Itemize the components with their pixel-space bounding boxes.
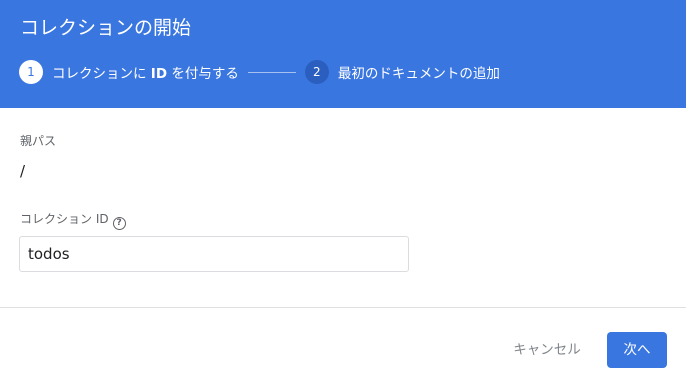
- footer-divider: [0, 307, 686, 308]
- step-connector: [247, 71, 296, 73]
- step-1-number: 1: [19, 60, 43, 84]
- collection-id-input[interactable]: [20, 237, 406, 271]
- parent-path-value: /: [20, 162, 26, 180]
- help-circle-icon[interactable]: ?: [112, 217, 126, 230]
- collection-id-field[interactable]: [19, 236, 409, 272]
- dialog-header: コレクションの開始 1 コレクションに ID を付与する 2 最初のドキュメント…: [0, 0, 686, 108]
- collection-id-label: コレクション ID: [20, 212, 109, 226]
- cancel-button[interactable]: キャンセル: [505, 335, 589, 365]
- step-1-label-prefix: コレクションに: [52, 66, 151, 82]
- step-1-label-suffix: を付与する: [167, 66, 239, 82]
- step-2-number: 2: [304, 60, 329, 84]
- next-button[interactable]: 次へ: [607, 332, 667, 368]
- collection-id-label-row: コレクション ID?: [20, 210, 126, 230]
- dialog-title: コレクションの開始: [20, 17, 192, 39]
- parent-path-label: 親パス: [20, 134, 57, 148]
- step-1-label: コレクションに ID を付与する: [52, 62, 239, 82]
- stepper: 1 コレクションに ID を付与する 2 最初のドキュメントの追加: [19, 60, 500, 84]
- start-collection-dialog: コレクションの開始 1 コレクションに ID を付与する 2 最初のドキュメント…: [0, 0, 686, 382]
- step-1-label-bold: ID: [150, 66, 168, 82]
- step-2-label: 最初のドキュメントの追加: [337, 66, 500, 82]
